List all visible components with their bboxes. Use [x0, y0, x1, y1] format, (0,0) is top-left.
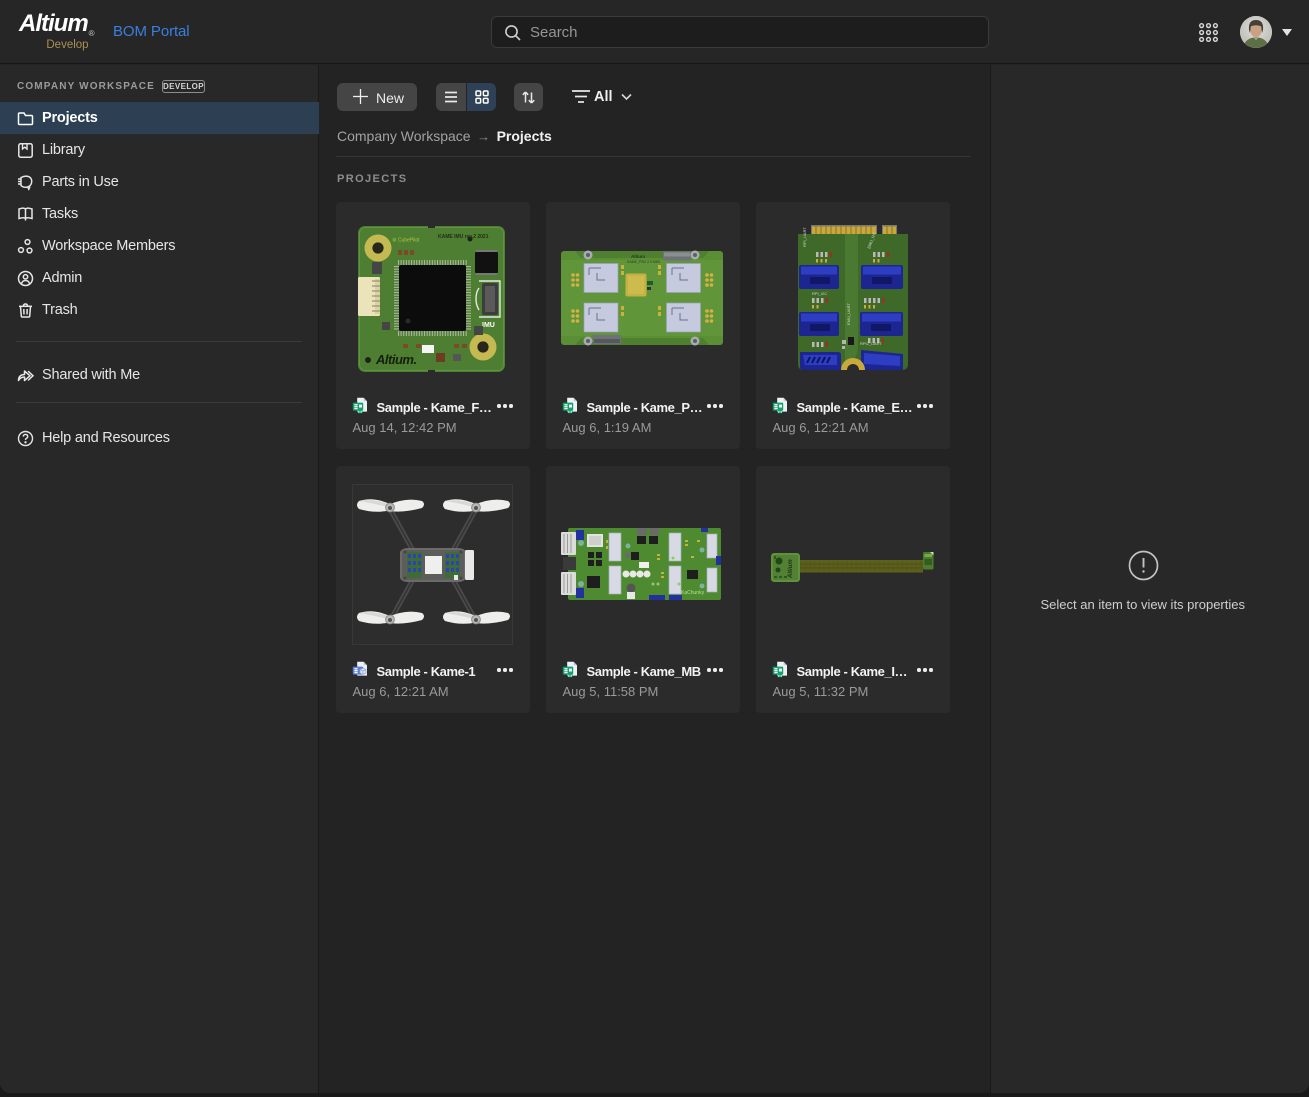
svg-text:RPI2_UART: RPI2_UART [860, 341, 882, 346]
svg-text:IMU: IMU [482, 322, 495, 329]
svg-text:KaChunky: KaChunky [681, 590, 705, 596]
svg-text:RPI_UART: RPI_UART [802, 227, 807, 247]
svg-text:RPI_I2C: RPI_I2C [812, 291, 827, 296]
svg-text:⚙ CubePilot: ⚙ CubePilot [392, 238, 420, 244]
svg-text:Altium: Altium [788, 559, 794, 579]
svg-text:EMU_UART: EMU_UART [846, 303, 851, 325]
svg-text:KAME_PSU 2.0 MKII: KAME_PSU 2.0 MKII [627, 260, 660, 264]
svg-text:Altium.: Altium. [375, 352, 417, 367]
svg-text:Altium: Altium [631, 254, 645, 259]
svg-text:KAME IMU rev.2 2021: KAME IMU rev.2 2021 [438, 234, 489, 240]
